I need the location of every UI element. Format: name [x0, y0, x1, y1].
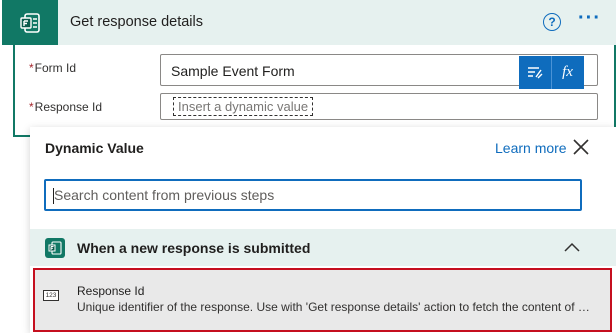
dynamic-value-panel: Dynamic Value Learn more When a new resp… [30, 127, 616, 333]
card-title: Get response details [70, 14, 203, 30]
chevron-up-icon[interactable] [563, 240, 581, 254]
microsoft-forms-icon [45, 238, 65, 258]
expression-button[interactable]: fx [551, 56, 583, 89]
form-id-label: *Form Id [29, 61, 76, 75]
response-id-field[interactable]: Insert a dynamic value [160, 93, 598, 120]
response-id-label: *Response Id [29, 100, 102, 114]
number-type-icon: 123 [43, 290, 59, 301]
group-title: When a new response is submitted [77, 240, 311, 256]
search-box[interactable] [44, 179, 582, 211]
item-name: Response Id [77, 284, 145, 298]
dynamic-value-item-response-id[interactable]: 123 Response Id Unique identifier of the… [33, 268, 612, 332]
dynamic-content-icon [528, 66, 543, 78]
search-input[interactable] [46, 181, 580, 209]
trigger-group-header[interactable]: When a new response is submitted [30, 229, 616, 266]
form-id-value: Sample Event Form [171, 63, 295, 79]
fx-icon: fx [562, 64, 573, 80]
token-picker-buttons: fx [519, 56, 584, 89]
required-mark: * [29, 61, 34, 75]
microsoft-forms-icon [2, 0, 58, 45]
text-caret [53, 188, 54, 204]
help-icon[interactable]: ? [543, 13, 561, 31]
response-id-label-text: Response Id [34, 100, 103, 114]
close-icon[interactable] [571, 137, 591, 157]
form-id-label-text: Form Id [34, 61, 77, 75]
dynamic-content-button[interactable] [519, 56, 551, 89]
dynamic-value-placeholder[interactable]: Insert a dynamic value [173, 97, 314, 116]
required-mark: * [29, 100, 34, 114]
item-description: Unique identifier of the response. Use w… [77, 300, 591, 314]
more-options-icon[interactable]: ··· [578, 7, 601, 30]
learn-more-link[interactable]: Learn more [495, 140, 567, 156]
card-header[interactable]: Get response details ? ··· [2, 0, 616, 45]
panel-title: Dynamic Value [45, 140, 144, 156]
